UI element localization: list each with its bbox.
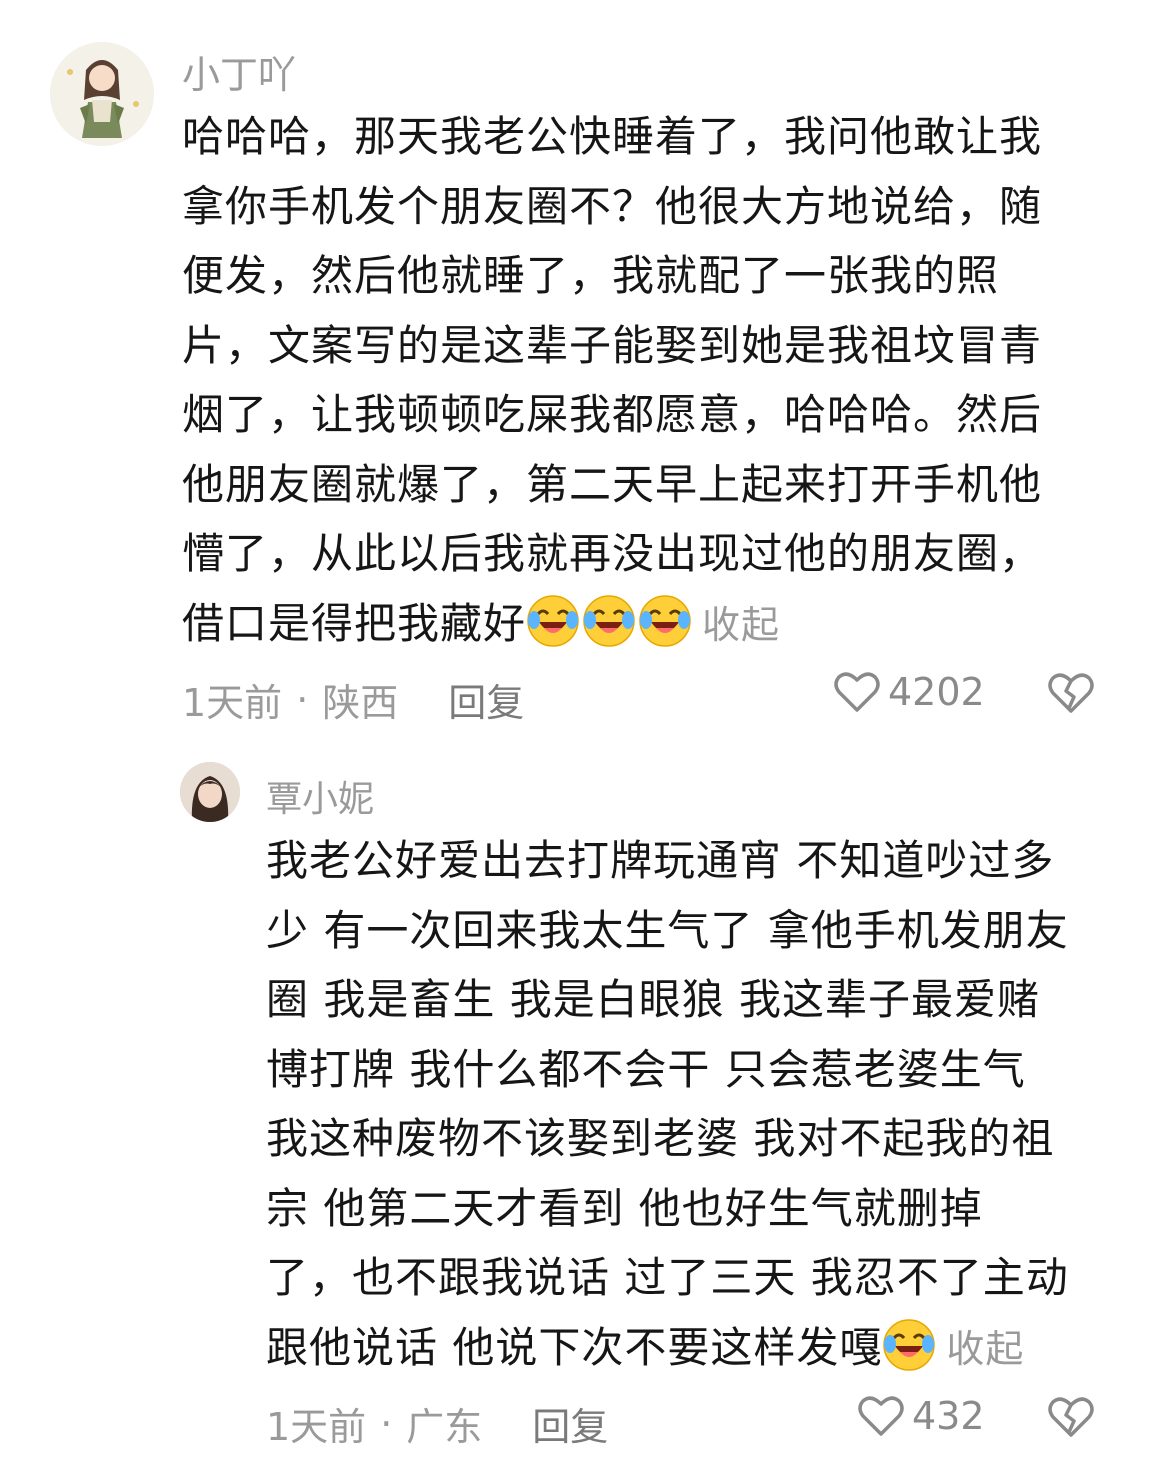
comment-location: 陕西	[322, 681, 399, 725]
like-count: 432	[912, 1394, 985, 1438]
comment-line: 我这种废物不该娶到老婆 我对不起我的祖	[266, 1114, 1055, 1163]
emoji-group	[526, 594, 694, 648]
comment-1: 小丁吖 哈哈哈，那天我老公快睡着了，我问他敢让我 拿你手机发个朋友圈不？他很大方…	[0, 0, 1152, 730]
comment-meta: 1天前 · 陕西 回复	[182, 672, 524, 727]
comment-line: 了，也不跟我说话 过了三天 我忍不了主动	[266, 1253, 1069, 1302]
heart-outline-icon	[858, 1396, 904, 1436]
comment-line: 圈 我是畜生 我是白眼狼 我这辈子最爱赌	[266, 975, 1041, 1024]
avatar[interactable]	[180, 762, 240, 822]
laughing-crying-emoji-icon	[527, 594, 579, 647]
separator-dot: ·	[296, 677, 309, 722]
comment-line: 少 有一次回来我太生气了 拿他手机发朋友	[266, 905, 1069, 955]
reply-button[interactable]: 回复	[532, 1396, 608, 1451]
avatar[interactable]	[50, 42, 154, 146]
comment-location: 广东	[406, 1405, 483, 1449]
like-button[interactable]: 4202	[834, 670, 985, 714]
comment-line: 哈哈哈，那天我老公快睡着了，我问他敢让我	[182, 112, 1043, 161]
like-count: 4202	[888, 670, 985, 714]
laughing-crying-emoji-icon	[583, 594, 635, 647]
comment-line: 博打牌 我什么都不会干 只会惹老婆生气	[266, 1044, 1026, 1094]
comment-line: 片，文案写的是这辈子能娶到她是我祖坟冒青	[182, 320, 1043, 370]
comment-line: 跟他说话 他说下次不要这样发嘎	[266, 1322, 883, 1372]
broken-heart-icon	[1048, 673, 1094, 713]
comment-time: 1天前	[266, 1405, 367, 1449]
comment-line: 烟了，让我顿顿吃屎我都愿意，哈哈哈。然后	[182, 390, 1043, 439]
comment-line: 便发，然后他就睡了，我就配了一张我的照	[182, 251, 1000, 300]
broken-heart-icon	[1048, 1397, 1094, 1437]
heart-outline-icon	[834, 672, 880, 712]
laughing-crying-emoji-icon	[639, 594, 691, 647]
comment-last-line: 借口是得把我藏好 收起	[182, 589, 1042, 661]
laughing-crying-emoji-icon	[883, 1318, 936, 1371]
dislike-button[interactable]	[1048, 1396, 1094, 1442]
comment-2: 覃小妮 我老公好爱出去打牌玩通宵 不知道吵过多 少 有一次回来我太生气了 拿他手…	[0, 730, 1152, 1474]
comment-time: 1天前	[182, 681, 283, 725]
comment-line: 他朋友圈就爆了，第二天早上起来打开手机他	[182, 459, 1043, 509]
comment-text: 哈哈哈，那天我老公快睡着了，我问他敢让我 拿你手机发个朋友圈不？他很大方地说给，…	[182, 102, 1042, 660]
like-button[interactable]: 432	[858, 1394, 985, 1438]
username[interactable]: 小丁吖	[182, 44, 296, 99]
username[interactable]: 覃小妮	[266, 770, 374, 822]
comment-meta: 1天前 · 广东 回复	[266, 1396, 608, 1451]
separator-dot: ·	[380, 1401, 393, 1446]
comment-line: 借口是得把我藏好	[182, 598, 527, 648]
collapse-button[interactable]: 收起	[702, 603, 780, 647]
dislike-button[interactable]	[1048, 672, 1094, 718]
comment-line: 懵了，从此以后我就再没出现过他的朋友圈，	[182, 529, 1043, 578]
comment-line: 我老公好爱出去打牌玩通宵 不知道吵过多	[266, 836, 1055, 885]
comment-text: 我老公好爱出去打牌玩通宵 不知道吵过多 少 有一次回来我太生气了 拿他手机发朋友…	[266, 826, 1069, 1384]
comment-line: 拿你手机发个朋友圈不？他很大方地说给，随	[182, 181, 1043, 231]
comment-last-line: 跟他说话 他说下次不要这样发嘎 收起	[266, 1313, 1069, 1385]
reply-button[interactable]: 回复	[448, 672, 524, 727]
comment-line: 宗 他第二天才看到 他也好生气就删掉	[266, 1183, 983, 1233]
collapse-button[interactable]: 收起	[946, 1327, 1024, 1371]
